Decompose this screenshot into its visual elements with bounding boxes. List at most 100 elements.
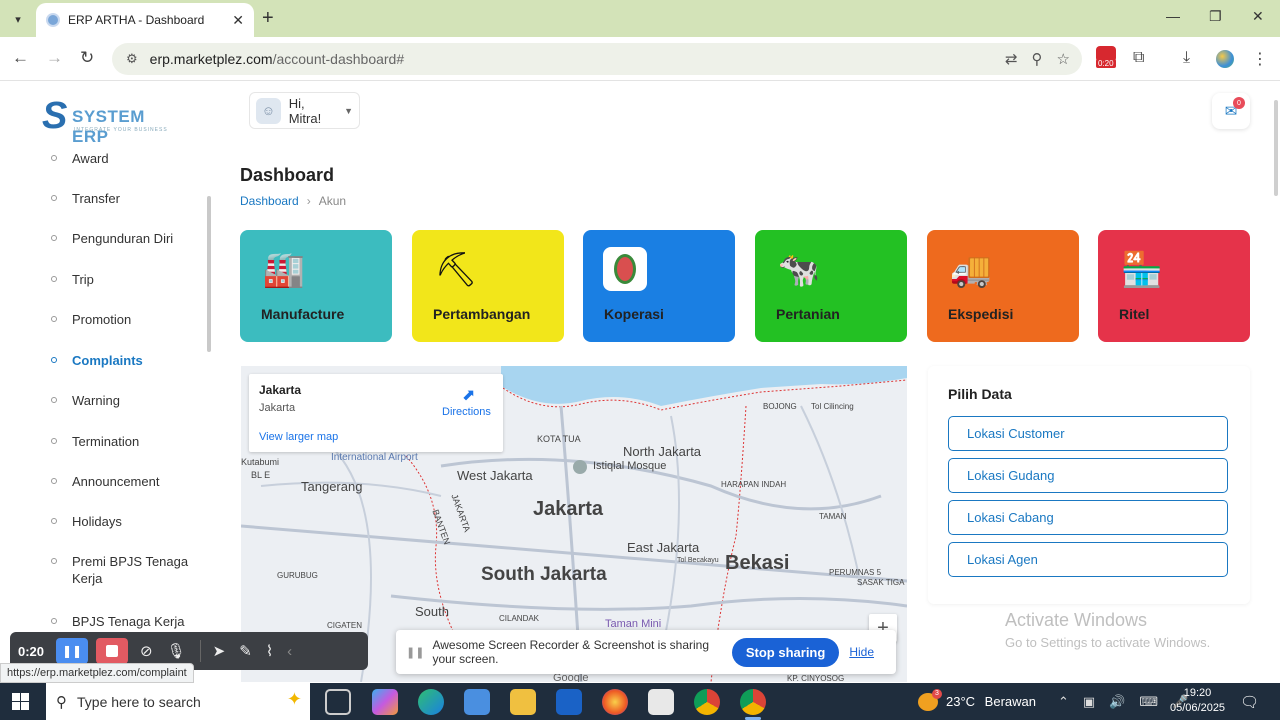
- card-koperasi[interactable]: Koperasi: [583, 230, 735, 342]
- reload-icon[interactable]: ↻: [80, 48, 94, 68]
- lokasi-cabang-button[interactable]: Lokasi Cabang: [948, 500, 1228, 535]
- sidebar-item-label: Pengunduran Diri: [72, 231, 174, 246]
- sidebar-item-label: Award: [72, 151, 109, 166]
- mining-icon: ⛏: [434, 251, 478, 289]
- map-label: Taman Mini: [605, 618, 662, 630]
- bookmark-star-icon[interactable]: ☆: [1057, 50, 1070, 68]
- sidebar-item-label: Promotion: [72, 312, 132, 327]
- view-larger-map-link[interactable]: View larger map: [259, 431, 338, 443]
- system-erp-logo[interactable]: S SYSTEM ERP INTEGRATE YOUR BUSINESS: [42, 96, 182, 146]
- chrome-icon[interactable]: [694, 689, 720, 715]
- breadcrumb-link-dashboard[interactable]: Dashboard: [240, 194, 299, 208]
- edge-icon[interactable]: [418, 689, 444, 715]
- hide-link[interactable]: Hide: [849, 645, 874, 659]
- bullet-icon: [51, 235, 57, 241]
- map-label: Tol Cilincing: [811, 402, 854, 411]
- firefox-icon[interactable]: [602, 689, 628, 715]
- browser-tab-bar: ▾ ERP ARTHA - Dashboard ✕ + — ❐ ✕: [0, 0, 1280, 37]
- language-icon[interactable]: ⌨: [1139, 694, 1158, 710]
- weather-icon[interactable]: 3: [918, 688, 942, 711]
- lokasi-gudang-button[interactable]: Lokasi Gudang: [948, 458, 1228, 493]
- bullet-icon: [51, 397, 57, 403]
- card-label: Manufacture: [261, 306, 345, 322]
- file-explorer-icon[interactable]: [510, 689, 536, 715]
- directions-icon[interactable]: ⬈: [462, 385, 475, 405]
- activate-windows-watermark: Activate Windows Go to Settings to activ…: [1005, 610, 1210, 650]
- tab-title: ERP ARTHA - Dashboard: [68, 13, 205, 27]
- card-pertanian[interactable]: 🐄 Pertanian: [755, 230, 907, 342]
- volume-icon[interactable]: 🔊: [1109, 694, 1125, 710]
- card-manufacture[interactable]: 🏭 Manufacture: [240, 230, 392, 342]
- card-ritel[interactable]: 🏪 Ritel: [1098, 230, 1250, 342]
- collapse-chevron-icon[interactable]: ‹: [287, 643, 292, 660]
- taskbar-clock[interactable]: 19:20 05/06/2025: [1170, 686, 1225, 716]
- back-icon[interactable]: ←: [12, 48, 29, 68]
- page-scrollbar[interactable]: [1274, 100, 1278, 196]
- forward-icon[interactable]: →: [46, 48, 63, 68]
- card-ekspedisi[interactable]: 🚚 Ekspedisi: [927, 230, 1079, 342]
- highlighter-icon[interactable]: ⌇: [266, 642, 273, 660]
- restore-icon[interactable]: ❐: [1209, 8, 1222, 25]
- notification-center-icon[interactable]: 🗨: [1240, 693, 1259, 711]
- recorder-badge-time: 0:20: [1096, 59, 1116, 68]
- clock-time: 19:20: [1183, 687, 1212, 699]
- notifications-button[interactable]: ✉ 0: [1212, 93, 1250, 129]
- stop-recording-button[interactable]: [96, 638, 129, 664]
- sidebar-item-label: Holidays: [72, 514, 122, 529]
- bullet-icon: [51, 155, 57, 161]
- close-window-icon[interactable]: ✕: [1252, 8, 1264, 25]
- toolbar-divider: [199, 640, 201, 662]
- taskbar-search[interactable]: ⚲ Type here to search ✦: [46, 683, 310, 720]
- mic-off-icon[interactable]: 🎙: [167, 642, 186, 660]
- card-pertambangan[interactable]: ⛏ Pertambangan: [412, 230, 564, 342]
- page-title: Dashboard: [240, 165, 335, 185]
- task-view-icon[interactable]: [325, 689, 351, 715]
- browser-menu-icon[interactable]: ⋮: [1252, 49, 1268, 69]
- cursor-icon[interactable]: ➤: [213, 642, 226, 660]
- lokasi-agen-button[interactable]: Lokasi Agen: [948, 542, 1228, 577]
- sidebar-item-label: Transfer: [72, 191, 120, 206]
- lokasi-customer-button[interactable]: Lokasi Customer: [948, 416, 1228, 451]
- bullet-icon: [51, 518, 57, 524]
- directions-link[interactable]: Directions: [442, 406, 491, 418]
- pen-icon[interactable]: ✎: [239, 642, 252, 660]
- camera-off-icon[interactable]: ⊘: [140, 642, 153, 660]
- map-label: East Jakarta: [627, 540, 700, 555]
- sidebar-item-label: Premi BPJS Tenaga Kerja: [72, 554, 189, 586]
- stop-sharing-button[interactable]: Stop sharing: [731, 637, 840, 667]
- site-info-icon[interactable]: ⚙: [126, 51, 138, 67]
- windows-start-icon[interactable]: [12, 693, 29, 710]
- zoom-icon[interactable]: ⚲: [1032, 50, 1043, 68]
- translate-icon[interactable]: ⇄: [1005, 50, 1018, 68]
- screen-recorder-extension-icon[interactable]: 0:20: [1096, 46, 1118, 72]
- address-bar[interactable]: ⚙ erp.marketplez.com/account-dashboard# …: [112, 43, 1082, 75]
- profile-avatar-icon[interactable]: [1216, 50, 1234, 68]
- tab-close-icon[interactable]: ✕: [232, 12, 244, 29]
- chrome-active-icon[interactable]: [740, 689, 766, 720]
- tray-chevron-up-icon[interactable]: ⌃: [1058, 694, 1069, 710]
- breadcrumb: Dashboard › Akun: [240, 194, 346, 208]
- extensions-icon[interactable]: ⧉: [1133, 49, 1144, 67]
- windows-taskbar: ⚲ Type here to search ✦ 3 23°C Berawan ⌃…: [0, 683, 1280, 720]
- map-label: HARAPAN INDAH: [721, 480, 787, 489]
- sidebar-scrollbar[interactable]: [207, 196, 211, 352]
- download-icon[interactable]: ⤓: [1183, 49, 1190, 67]
- drag-handle-icon[interactable]: ❚❚: [406, 646, 424, 659]
- user-menu[interactable]: ☺ Hi, Mitra! ▼: [249, 92, 360, 129]
- store-app-icon[interactable]: [464, 689, 490, 715]
- photos-icon[interactable]: [648, 689, 674, 715]
- tab-search-icon[interactable]: ▾: [6, 7, 30, 31]
- copilot-icon[interactable]: [372, 689, 398, 715]
- store-icon: 🏪: [1120, 251, 1164, 289]
- pause-button[interactable]: ❚❚: [56, 638, 89, 664]
- watermark-line1: Activate Windows: [1005, 610, 1148, 630]
- logo-tagline: INTEGRATE YOUR BUSINESS: [74, 127, 168, 133]
- browser-tab[interactable]: ERP ARTHA - Dashboard ✕: [36, 3, 254, 37]
- map-label: CIGATEN: [327, 621, 362, 630]
- new-tab-icon[interactable]: +: [262, 8, 274, 28]
- outlook-icon[interactable]: [556, 689, 582, 715]
- minimize-icon[interactable]: —: [1166, 8, 1180, 24]
- meet-now-icon[interactable]: ▣: [1083, 694, 1095, 710]
- breadcrumb-current: Akun: [318, 194, 347, 208]
- recording-time: 0:20: [18, 643, 45, 659]
